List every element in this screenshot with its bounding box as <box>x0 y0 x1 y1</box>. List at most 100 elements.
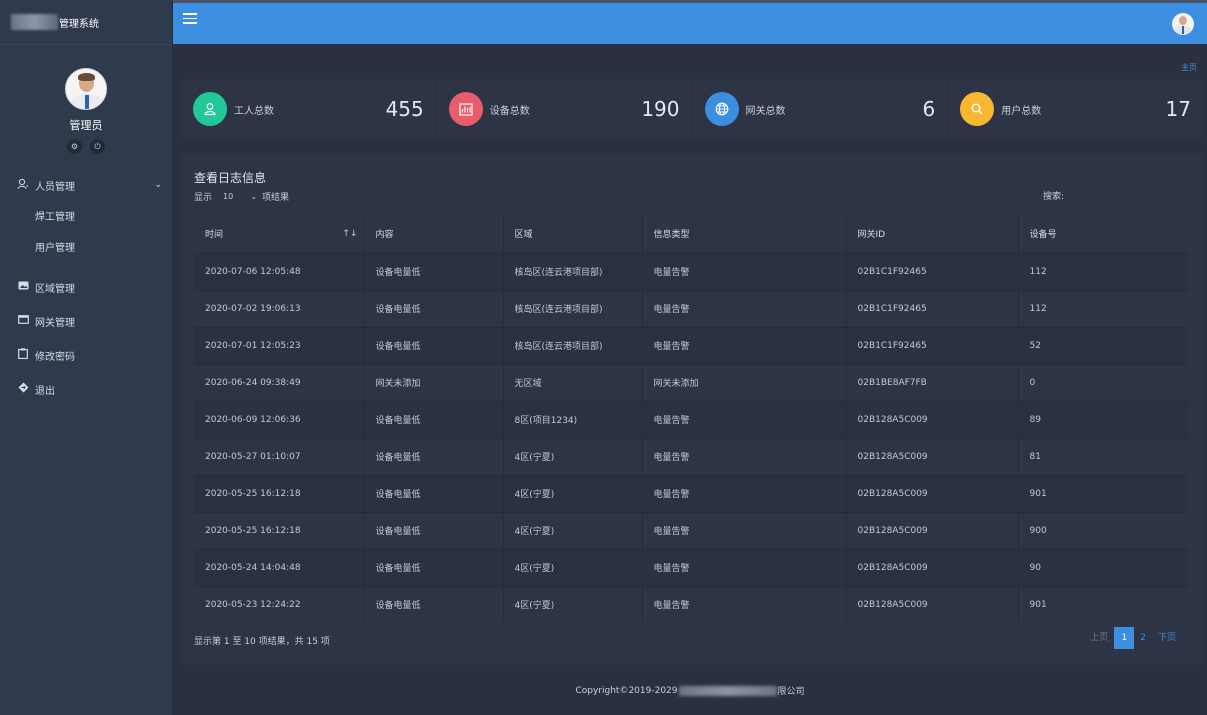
header-avatar[interactable] <box>1172 13 1194 35</box>
search-input[interactable] <box>1067 187 1187 203</box>
sidebar-item-users[interactable]: 用户管理 <box>0 233 172 264</box>
column-header-device-no[interactable]: 设备号 <box>1018 214 1188 254</box>
table-cell: 电量告警 <box>642 474 847 512</box>
table-header-row: 时间 ↑↓ 内容 区域 信息类型 网关ID 设备号 <box>194 214 1188 254</box>
page-button-1[interactable]: 1 <box>1114 627 1135 649</box>
table-cell: 901 <box>1018 474 1188 512</box>
table-cell: 2020-05-25 16:12:18 <box>194 511 365 549</box>
table-cell: 无区域 <box>503 363 643 401</box>
table-info: 显示第 1 至 10 项结果，共 15 项 <box>194 637 330 647</box>
avatar[interactable] <box>65 68 107 110</box>
column-header-area[interactable]: 区域 <box>503 214 643 254</box>
table-row[interactable]: 2020-05-25 16:12:18 设备电量低 4区(宁夏) 电量告警 02B128… <box>194 511 1188 549</box>
table-cell: 电量告警 <box>642 585 847 623</box>
table-cell: 02B128A5C009 <box>846 585 1019 623</box>
breadcrumb-home[interactable]: 主页 <box>1181 62 1197 73</box>
table-row[interactable]: 2020-06-24 09:38:49 网关未添加 无区域 网关未添加 02B1BE8A… <box>194 363 1188 401</box>
sidebar-item-label: 区域管理 <box>35 283 75 295</box>
page-size-select[interactable]: 10 ⌄ <box>217 189 257 203</box>
table-row[interactable]: 2020-05-23 12:24:22 设备电量低 4区(宁夏) 电量告警 02B128… <box>194 585 1188 623</box>
header-label: 时间 <box>205 229 224 240</box>
sidebar-item-welder[interactable]: 焊工管理 <box>0 202 172 233</box>
table-body: 2020-07-06 12:05:48 设备电量低 核岛区(连云港项目部) 电量告警 0… <box>194 252 1188 623</box>
menu-toggle-icon[interactable] <box>183 13 197 27</box>
table-cell: 02B1C1F92465 <box>846 252 1019 290</box>
chart-icon <box>448 92 483 126</box>
table-cell: 设备电量低 <box>364 511 504 549</box>
sidebar-item-change-password[interactable]: 修改密码 <box>0 338 172 372</box>
table-cell: 电量告警 <box>642 437 847 475</box>
table-cell: 2020-05-23 12:24:22 <box>194 585 365 623</box>
table-row[interactable]: 2020-05-27 01:10:07 设备电量低 4区(宁夏) 电量告警 02B128… <box>194 437 1188 475</box>
table-cell: 设备电量低 <box>364 252 504 290</box>
stats-row: 工人总数 455 设备总数 190 网关总数 6 用户总数 17 <box>181 79 1203 139</box>
table-cell: 核岛区(连云港项目部) <box>503 289 643 327</box>
table-row[interactable]: 2020-05-24 14:04:48 设备电量低 4区(宁夏) 电量告警 02B128… <box>194 548 1188 586</box>
sidebar-item-gateway[interactable]: 网关管理 <box>0 304 172 338</box>
page-size-control: 显示 10 ⌄ 项结果 <box>194 189 289 203</box>
stat-label: 工人总数 <box>234 105 274 117</box>
table-cell: 设备电量低 <box>364 437 504 475</box>
globe-icon <box>704 92 739 126</box>
table-row[interactable]: 2020-05-25 16:12:18 设备电量低 4区(宁夏) 电量告警 02B128… <box>194 474 1188 512</box>
diamond-icon <box>17 382 29 396</box>
column-header-type[interactable]: 信息类型 <box>642 214 847 254</box>
column-header-time[interactable]: 时间 ↑↓ <box>194 214 365 254</box>
log-table: 时间 ↑↓ 内容 区域 信息类型 网关ID 设备号 2020-07-06 12:0… <box>194 214 1188 623</box>
sidebar-item-personnel[interactable]: 人员管理 ⌄ <box>0 168 172 202</box>
sort-icon[interactable]: ↑↓ <box>342 229 357 239</box>
sidebar-item-area[interactable]: 区域管理 <box>0 270 172 304</box>
stat-users: 用户总数 17 <box>948 79 1203 139</box>
table-cell: 52 <box>1018 326 1188 364</box>
table-cell: 4区(宁夏) <box>503 474 643 512</box>
page-button-2[interactable]: 2 <box>1134 627 1152 649</box>
user-tools: ⚙ ⏻ <box>0 139 172 154</box>
column-header-gateway-id[interactable]: 网关ID <box>846 214 1019 254</box>
stat-value: 455 <box>385 97 424 121</box>
stat-gateways: 网关总数 6 <box>692 79 949 139</box>
column-header-content[interactable]: 内容 <box>364 214 504 254</box>
table-cell: 设备电量低 <box>364 400 504 438</box>
footer: Copyright©2019-2029 限公司 <box>173 666 1207 715</box>
sidebar-item-label: 人员管理 <box>35 181 75 193</box>
power-icon[interactable]: ⏻ <box>90 139 105 154</box>
table-cell: 2020-06-09 12:06:36 <box>194 400 365 438</box>
table-cell: 901 <box>1018 585 1188 623</box>
sidebar-menu: 人员管理 ⌄ 焊工管理 用户管理 区域管理 网关管理 修改密码 退出 <box>0 168 172 406</box>
sidebar-item-label: 退出 <box>35 385 55 397</box>
header-label: 内容 <box>375 229 394 240</box>
table-cell: 核岛区(连云港项目部) <box>503 326 643 364</box>
table-cell: 02B128A5C009 <box>846 437 1019 475</box>
next-page-button[interactable]: 下页 <box>1152 627 1182 649</box>
user-panel: 管理员 ⚙ ⏻ <box>0 45 172 154</box>
table-cell: 4区(宁夏) <box>503 511 643 549</box>
chevron-down-icon: ⌄ <box>154 180 162 190</box>
table-cell: 2020-05-25 16:12:18 <box>194 474 365 512</box>
table-cell: 电量告警 <box>642 511 847 549</box>
table-cell: 4区(宁夏) <box>503 585 643 623</box>
image-icon <box>17 281 29 293</box>
table-row[interactable]: 2020-06-09 12:06:36 设备电量低 8区(项目1234) 电量告警 02… <box>194 400 1188 438</box>
chevron-down-icon: ⌄ <box>250 191 258 201</box>
table-row[interactable]: 2020-07-06 12:05:48 设备电量低 核岛区(连云港项目部) 电量告警 0… <box>194 252 1188 290</box>
table-cell: 81 <box>1018 437 1188 475</box>
table-row[interactable]: 2020-07-01 12:05:23 设备电量低 核岛区(连云港项目部) 电量告警 0… <box>194 326 1188 364</box>
clipboard-icon <box>17 348 29 362</box>
footer-copyright: Copyright©2019-2029 <box>575 685 678 696</box>
app-brand[interactable]: 管理系统 <box>0 0 172 45</box>
table-cell: 2020-07-01 12:05:23 <box>194 326 365 364</box>
table-cell: 8区(项目1234) <box>503 400 643 438</box>
table-row[interactable]: 2020-07-02 19:06:13 设备电量低 核岛区(连云港项目部) 电量告警 0… <box>194 289 1188 327</box>
stat-label: 网关总数 <box>745 105 786 117</box>
stat-workers: 工人总数 455 <box>181 79 437 139</box>
settings-icon[interactable]: ⚙ <box>67 139 82 154</box>
table-cell: 90 <box>1018 548 1188 586</box>
show-suffix: 项结果 <box>262 192 290 203</box>
sidebar-item-label: 网关管理 <box>35 317 75 329</box>
table-cell: 电量告警 <box>642 289 847 327</box>
table-cell: 设备电量低 <box>364 326 504 364</box>
prev-page-button[interactable]: 上页 <box>1084 627 1114 649</box>
sidebar-item-logout[interactable]: 退出 <box>0 372 172 406</box>
brand-logo-blurred <box>11 14 58 30</box>
stat-value: 190 <box>641 97 680 121</box>
